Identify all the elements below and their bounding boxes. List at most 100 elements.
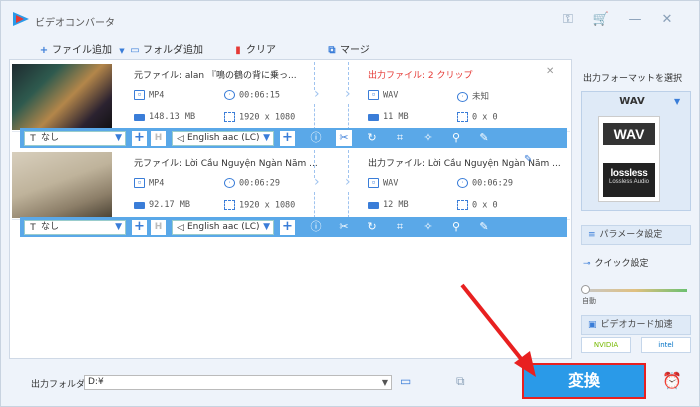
- source-resolution: 1920 x 1080: [224, 112, 295, 123]
- watermark-icon[interactable]: ⚲: [448, 130, 464, 146]
- minimize-button[interactable]: —: [625, 10, 645, 30]
- output-duration: · 00:06:29: [457, 178, 513, 189]
- wav-format-icon: WAV lossless Lossless Audio: [598, 116, 660, 202]
- nvidia-badge: NVIDIA: [581, 337, 631, 353]
- effect-icon[interactable]: ✧: [420, 219, 436, 235]
- close-window-button[interactable]: ✕: [657, 10, 677, 30]
- source-resolution: 1920 x 1080: [224, 200, 295, 211]
- subtitle-select[interactable]: T なし ▼: [24, 131, 126, 146]
- chevron-right-icon: ›: [314, 174, 320, 190]
- chevron-down-icon: ▼: [263, 222, 270, 232]
- hevc-icon[interactable]: H: [151, 220, 166, 235]
- source-duration: · 00:06:15: [224, 90, 280, 101]
- info-icon[interactable]: ⓘ: [308, 219, 324, 235]
- edit-subtitle-icon[interactable]: ✎: [476, 130, 492, 146]
- browse-folder-icon[interactable]: ▭: [400, 374, 411, 388]
- clear-button[interactable]: ▮ クリア: [233, 41, 276, 56]
- add-subtitle-button[interactable]: +: [132, 131, 147, 146]
- resolution-icon: [224, 200, 235, 210]
- chevron-down-icon: ▼: [263, 133, 270, 143]
- remove-item-icon[interactable]: ✕: [546, 66, 554, 77]
- add-audio-button[interactable]: +: [280, 131, 295, 146]
- chevron-right-icon: ›: [345, 174, 351, 190]
- edit-subtitle-icon[interactable]: ✎: [476, 219, 492, 235]
- divider: [348, 104, 349, 130]
- cut-icon[interactable]: ✂: [336, 219, 352, 235]
- resolution-icon: [224, 112, 235, 122]
- settings-sliders-icon: ≡: [588, 230, 596, 240]
- divider: [348, 192, 349, 218]
- clock-icon: ·: [224, 178, 235, 188]
- output-resolution: 0 x 0: [457, 200, 498, 211]
- add-audio-button[interactable]: +: [280, 220, 295, 235]
- speaker-icon: ◁: [177, 222, 184, 233]
- chevron-down-icon: ▼: [381, 378, 388, 387]
- text-icon: T: [30, 222, 36, 233]
- video-thumbnail[interactable]: [12, 64, 112, 130]
- audio-select[interactable]: ◁ English aac (LC) ▼: [172, 131, 274, 146]
- crop-icon[interactable]: ⌗: [392, 219, 408, 235]
- source-title: 元ファイル: Lời Cầu Nguyện Ngàn Năm ...: [134, 159, 318, 169]
- folder-icon: ▭: [130, 45, 140, 56]
- chevron-down-icon: ▼: [119, 47, 125, 55]
- clock-icon: ·: [457, 91, 468, 102]
- add-folder-button[interactable]: ▼ ▭ フォルダ追加: [117, 41, 203, 56]
- hevc-icon[interactable]: H: [151, 131, 166, 146]
- list-item: 元ファイル: alan 『鳴の鶴の背に乗っ... ▫ MP4 · 00:06:15 …: [12, 62, 570, 132]
- text-icon: T: [30, 133, 36, 144]
- pointer-arrow-icon: [460, 283, 536, 377]
- chevron-right-icon: ›: [345, 86, 351, 102]
- chevron-right-icon: ›: [314, 86, 320, 102]
- format-label: 出力フォーマットを選択: [583, 74, 683, 84]
- resolution-icon: [457, 200, 468, 210]
- auto-label: 自動: [582, 297, 596, 305]
- add-file-button[interactable]: + ファイル追加: [39, 41, 112, 56]
- quick-settings: ⊸ クイック設定: [583, 259, 649, 269]
- rotate-icon[interactable]: ↻: [364, 130, 380, 146]
- intel-badge: intel: [641, 337, 691, 353]
- add-subtitle-button[interactable]: +: [132, 220, 147, 235]
- edit-name-icon[interactable]: ✎: [524, 154, 532, 165]
- quick-icon: ⊸: [583, 259, 591, 269]
- slider-handle[interactable]: [581, 285, 590, 294]
- item-toolbar: T なし ▼ + H ◁ English aac (LC) ▼ + ⓘ ✂ ↻ ⌗ ✧ …: [20, 128, 567, 148]
- audio-select[interactable]: ◁ English aac (LC) ▼: [172, 220, 274, 235]
- file-format-icon: ▫: [368, 178, 379, 188]
- trash-icon: ▮: [235, 45, 241, 56]
- subtitle-select[interactable]: T なし ▼: [24, 220, 126, 235]
- source-size: 92.17 MB: [134, 200, 190, 210]
- app-logo-icon: [13, 12, 29, 26]
- output-size: 12 MB: [368, 200, 409, 210]
- source-size: 148.13 MB: [134, 112, 195, 122]
- output-folder-label: 出力フォルダ:: [31, 380, 89, 390]
- cart-icon[interactable]: 🛒: [591, 10, 611, 30]
- alarm-clock-icon[interactable]: ⏰: [662, 371, 682, 390]
- list-item: 元ファイル: Lời Cầu Nguyện Ngàn Năm ... ▫ MP4 …: [12, 150, 570, 220]
- watermark-icon[interactable]: ⚲: [448, 219, 464, 235]
- effect-icon[interactable]: ✧: [420, 130, 436, 146]
- chevron-down-icon: ▼: [115, 133, 122, 143]
- output-size: 11 MB: [368, 112, 409, 122]
- window-title: ビデオコンバータ: [35, 18, 115, 29]
- format-selector[interactable]: WAV ▼ WAV lossless Lossless Audio: [581, 91, 691, 211]
- rotate-icon[interactable]: ↻: [364, 219, 380, 235]
- crop-icon[interactable]: ⌗: [392, 130, 408, 146]
- divider: [314, 104, 315, 130]
- cut-icon[interactable]: ✂: [336, 130, 352, 146]
- gpu-accel-button[interactable]: ▣ ビデオカード加速: [581, 315, 691, 335]
- output-folder-field[interactable]: D:¥ ▼: [84, 375, 392, 390]
- output-resolution: 0 x 0: [457, 112, 498, 123]
- title-bar: ビデオコンバータ ⚿ 🛒 — ✕: [1, 1, 699, 35]
- parameter-settings-button[interactable]: ≡ パラメータ設定: [581, 225, 691, 245]
- key-icon[interactable]: ⚿: [558, 10, 578, 30]
- source-title: 元ファイル: alan 『鳴の鶴の背に乗っ...: [134, 71, 297, 81]
- quality-slider[interactable]: [583, 289, 687, 292]
- video-thumbnail[interactable]: [12, 152, 112, 218]
- info-icon[interactable]: ⓘ: [308, 130, 324, 146]
- output-format: ▫ WAV: [368, 90, 398, 101]
- merge-button[interactable]: ⧉ マージ: [327, 41, 369, 56]
- folder-icon: [134, 201, 145, 209]
- format-panel: 出力フォーマットを選択 WAV ▼ WAV lossless Lossless …: [575, 59, 697, 359]
- resolution-icon: [457, 112, 468, 122]
- file-format-icon: ▫: [134, 178, 145, 188]
